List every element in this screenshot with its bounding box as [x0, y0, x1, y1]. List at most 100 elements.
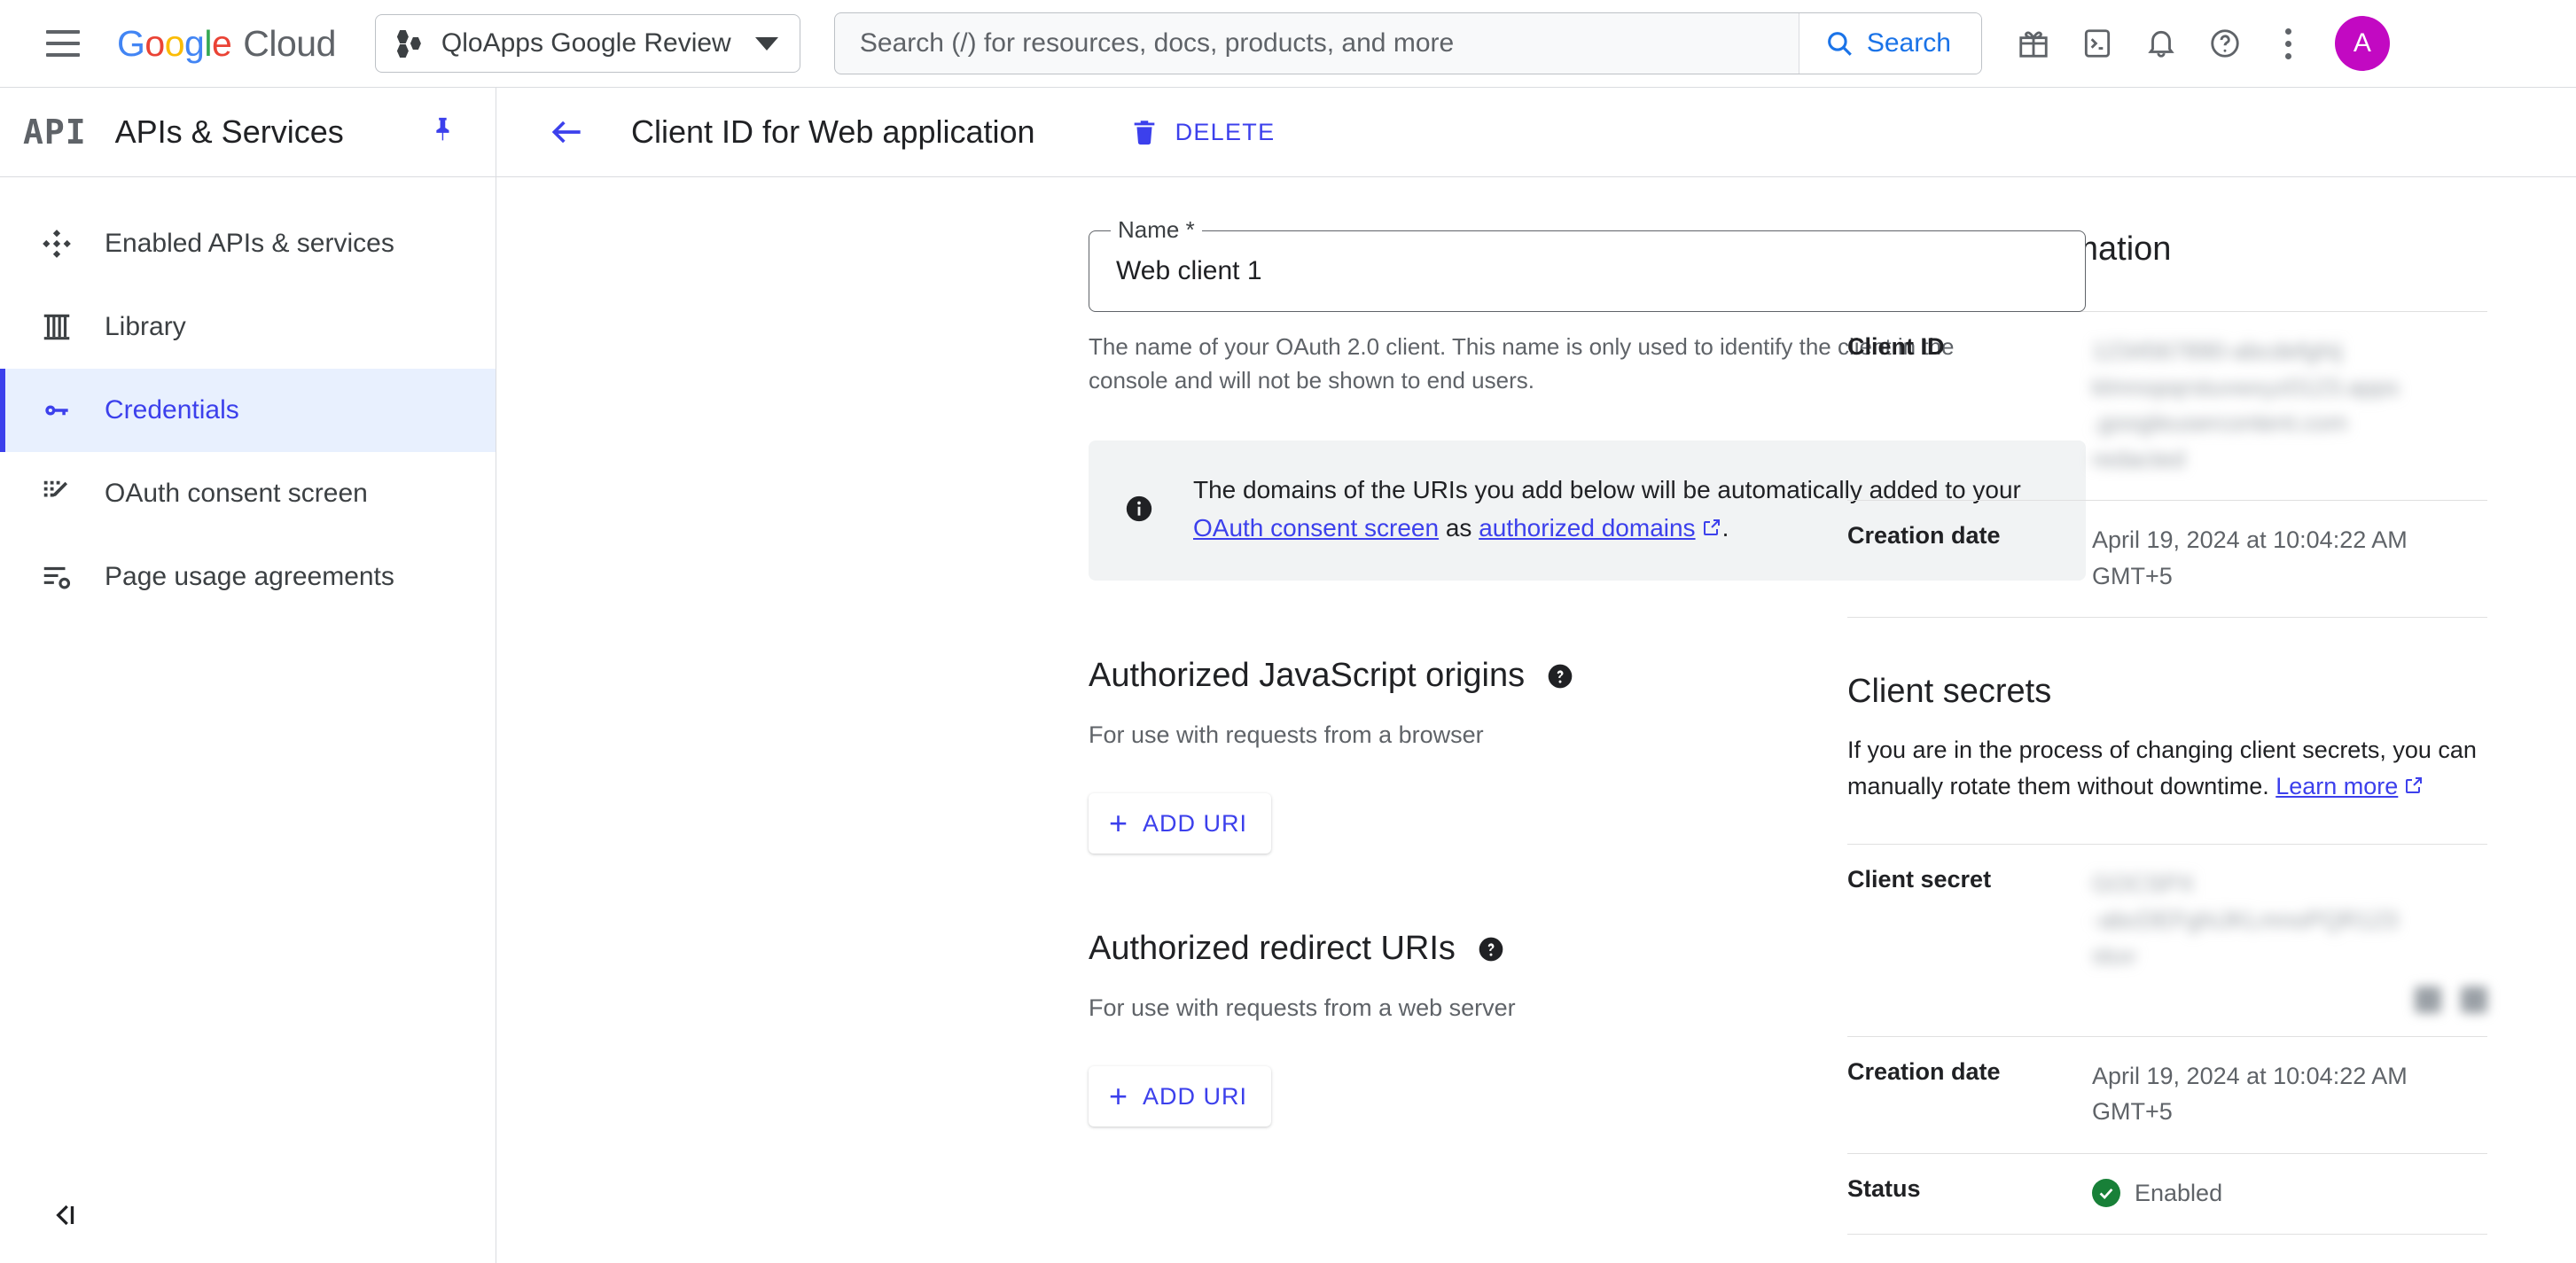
- top-bar-icons: A: [2002, 12, 2390, 75]
- back-arrow-icon[interactable]: [541, 105, 594, 159]
- bell-icon[interactable]: [2129, 12, 2193, 75]
- copy-icon[interactable]: [2415, 986, 2441, 1013]
- name-input[interactable]: [1116, 256, 2058, 286]
- row-value: April 19, 2024 at 10:04:22 AM GMT+5: [2092, 1062, 2408, 1126]
- chevron-down-icon: [754, 36, 778, 51]
- sidebar-item-label: Credentials: [105, 395, 239, 425]
- logo-letter-e: e: [211, 22, 232, 64]
- logo-letter-l: l: [204, 22, 212, 64]
- client-secrets-table: Client secret GOCSPX -abcDEFghiJKLmnoPQR1…: [1847, 844, 2487, 1236]
- client-secrets-heading: Client secrets: [1847, 673, 2052, 710]
- row-key: Status: [1847, 1174, 1921, 1202]
- table-row: Creation date April 19, 2024 at 10:04:22…: [1847, 1035, 2487, 1153]
- key-icon: [39, 393, 74, 428]
- client-secret-value-redacted: GOCSPX -abcDEFghiJKLmnoPQR123 stuv: [2092, 870, 2399, 970]
- client-secret-cell: GOCSPX -abcDEFghiJKLmnoPQR123 stuv: [2092, 866, 2487, 1013]
- search-button[interactable]: Search: [1798, 13, 1981, 74]
- avatar[interactable]: A: [2334, 16, 2390, 71]
- logo-letter-g: G: [117, 22, 145, 64]
- content-area: Client ID for Web application DELETE Nam…: [496, 88, 2576, 1263]
- status-label: Enabled: [2135, 1179, 2223, 1206]
- row-key: Creation date: [1847, 1057, 2001, 1085]
- search-button-label: Search: [1866, 28, 1951, 58]
- consent-screen-icon: [39, 476, 74, 511]
- sidebar-item-page-usage-agreements[interactable]: Page usage agreements: [0, 535, 496, 619]
- status-badge: Enabled: [2092, 1175, 2487, 1212]
- project-selector-label: QloApps Google Review: [441, 28, 731, 58]
- collapse-panel-icon[interactable]: [39, 1189, 92, 1242]
- row-key: Client ID: [1847, 333, 1945, 360]
- library-icon: [39, 309, 74, 345]
- dashboard-diamond-icon: [39, 226, 74, 261]
- hamburger-menu-icon[interactable]: [39, 19, 87, 67]
- gift-icon[interactable]: [2002, 12, 2065, 75]
- table-row: Status Enabled: [1847, 1152, 2487, 1236]
- sidebar-item-enabled-apis-services[interactable]: Enabled APIs & services: [0, 202, 496, 285]
- sidebar-item-label: Library: [105, 312, 186, 341]
- row-value: April 19, 2024 at 10:04:22 AM GMT+5: [2092, 526, 2408, 589]
- sidebar-nav: Enabled APIs & services Library Credenti…: [0, 177, 496, 619]
- delete-button[interactable]: DELETE: [1113, 106, 1292, 158]
- cloud-shell-icon[interactable]: [2065, 12, 2129, 75]
- project-cluster-icon: [396, 30, 424, 58]
- sidebar-header: API APIs & Services: [0, 88, 496, 177]
- search-input[interactable]: [834, 13, 1799, 74]
- visibility-icon[interactable]: [2461, 986, 2487, 1013]
- oauth-consent-screen-link[interactable]: OAuth consent screen: [1193, 514, 1439, 542]
- authorized-domains-link[interactable]: authorized domains: [1479, 514, 1695, 542]
- learn-more-link[interactable]: Learn more: [2275, 773, 2398, 799]
- google-cloud-logo[interactable]: Google Cloud: [117, 23, 336, 65]
- main-column: Name * The name of your OAuth 2.0 client…: [496, 177, 2086, 1263]
- sidebar-item-label: OAuth consent screen: [105, 479, 368, 508]
- add-uri-label: ADD URI: [1143, 1082, 1248, 1110]
- info-text-middle: as: [1439, 514, 1479, 542]
- top-app-bar: Google Cloud QloApps Google Review Searc…: [0, 0, 2576, 88]
- trash-icon: [1134, 121, 1154, 145]
- project-selector[interactable]: QloApps Google Review: [374, 14, 800, 73]
- sidebar-item-library[interactable]: Library: [0, 285, 496, 369]
- sidebar-item-oauth-consent-screen[interactable]: OAuth consent screen: [0, 452, 496, 535]
- help-filled-icon[interactable]: [1546, 662, 1574, 690]
- row-key: Creation date: [1847, 522, 2001, 549]
- page-title: Client ID for Web application: [631, 113, 1035, 150]
- help-filled-icon[interactable]: [1477, 935, 1505, 963]
- sidebar-item-label: Page usage agreements: [105, 562, 394, 591]
- logo-letter-o2: o: [164, 22, 185, 64]
- logo-letter-o1: o: [144, 22, 165, 64]
- search-icon: [1827, 32, 1852, 56]
- client-secret-actions[interactable]: [2092, 986, 2487, 1013]
- info-text-after: .: [1721, 514, 1729, 542]
- name-field[interactable]: Name *: [1089, 216, 2086, 312]
- client-secrets-description: If you are in the process of changing cl…: [1847, 732, 2487, 807]
- help-circle-icon[interactable]: [2193, 12, 2257, 75]
- sidebar-item-label: Enabled APIs & services: [105, 229, 394, 258]
- table-row: Client secret GOCSPX -abcDEFghiJKLmnoPQR1…: [1847, 844, 2487, 1036]
- table-row: Creation date April 19, 2024 at 10:04:22…: [1847, 500, 2487, 618]
- app-shell: API APIs & Services Enabled APIs & servi…: [0, 88, 2576, 1263]
- side-panel: Additional information Client ID 1234567…: [1796, 177, 2576, 1263]
- add-uri-label: ADD URI: [1143, 809, 1248, 837]
- api-logo: API: [23, 113, 87, 152]
- page-usage-agreements-icon: [39, 559, 74, 595]
- add-uri-button-redirect-uris[interactable]: + ADD URI: [1089, 1066, 1272, 1127]
- content-columns: Name * The name of your OAuth 2.0 client…: [496, 177, 2576, 1263]
- pin-icon[interactable]: [426, 115, 457, 150]
- logo-word-cloud: Cloud: [243, 22, 336, 64]
- external-link-icon: [1701, 511, 1722, 549]
- search-bar[interactable]: Search: [833, 12, 1982, 74]
- kebab-menu-icon[interactable]: [2257, 12, 2321, 75]
- section-heading: Authorized redirect URIs: [1089, 930, 1456, 968]
- avatar-initial: A: [2353, 28, 2371, 58]
- table-row: Client ID 1234567890-abcdefghij klmnopqrs…: [1847, 311, 2487, 500]
- delete-button-label: DELETE: [1175, 118, 1276, 145]
- add-uri-button-js-origins[interactable]: + ADD URI: [1089, 793, 1272, 854]
- section-heading: Authorized JavaScript origins: [1089, 657, 1526, 695]
- plus-icon: +: [1109, 1078, 1129, 1115]
- sidebar-title: APIs & Services: [114, 113, 344, 150]
- additional-information-table: Client ID 1234567890-abcdefghij klmnopqrs…: [1847, 311, 2487, 618]
- sidebar-item-credentials[interactable]: Credentials: [0, 369, 496, 452]
- client-id-value-redacted: 1234567890-abcdefghij klmnopqrstuvwxyz012…: [2092, 338, 2400, 472]
- row-key: Client secret: [1847, 866, 1992, 893]
- info-icon: [1124, 494, 1154, 528]
- name-field-label: Name *: [1111, 216, 1202, 244]
